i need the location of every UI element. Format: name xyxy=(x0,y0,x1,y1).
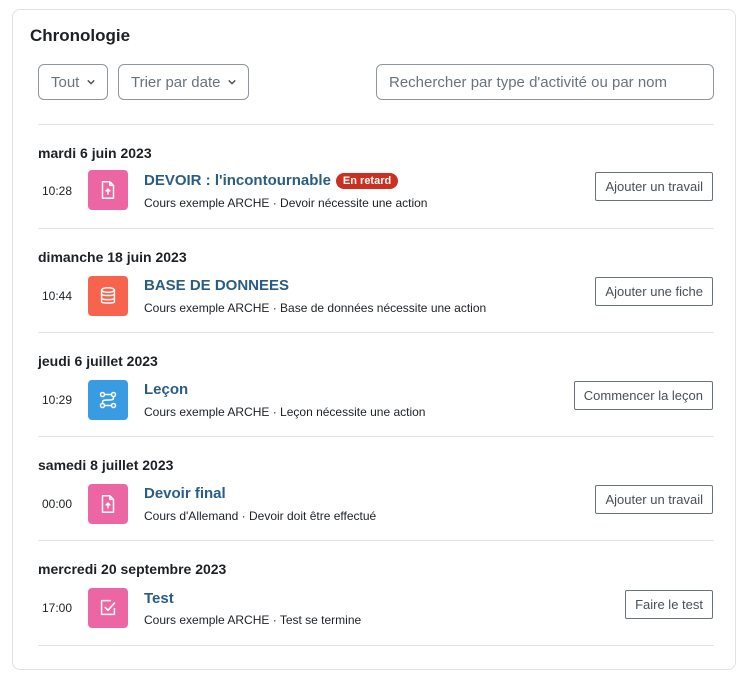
add-submission-button[interactable]: Ajouter un travail xyxy=(595,485,713,514)
event-subtitle: Cours exemple ARCHE · Base de données né… xyxy=(144,301,487,315)
event-time: 10:28 xyxy=(42,184,73,198)
event-time: 00:00 xyxy=(42,497,73,511)
divider xyxy=(38,124,714,125)
add-submission-button[interactable]: Ajouter un travail xyxy=(595,172,713,201)
divider xyxy=(38,645,714,646)
chevron-down-icon xyxy=(228,78,237,86)
filter-dropdown-label: Tout xyxy=(51,73,80,91)
event-title: Leçon xyxy=(144,381,189,398)
overdue-badge: En retard xyxy=(335,172,399,189)
divider xyxy=(38,540,714,541)
database-icon xyxy=(88,276,128,316)
event-date: mardi 6 juin 2023 xyxy=(38,145,152,161)
attempt-quiz-button[interactable]: Faire le test xyxy=(625,590,713,619)
timeline-block: Chronologie Tout Trier par date mardi 6 … xyxy=(12,9,736,670)
divider xyxy=(38,332,714,333)
event-date: mercredi 20 septembre 2023 xyxy=(38,561,227,577)
event-title-link[interactable]: Leçon xyxy=(144,381,188,398)
chevron-down-icon xyxy=(87,78,96,86)
event-subtitle: Cours exemple ARCHE · Test se termine xyxy=(144,613,362,627)
event-title: Devoir final xyxy=(144,485,226,502)
block-title: Chronologie xyxy=(30,26,131,45)
event-title: DEVOIR : l'incontournable xyxy=(144,172,331,189)
event-title-link[interactable]: BASE DE DONNEES xyxy=(144,277,289,294)
event-date: samedi 8 juillet 2023 xyxy=(38,457,174,473)
event-subtitle: Cours exemple ARCHE · Devoir nécessite u… xyxy=(144,196,428,210)
event-date: dimanche 18 juin 2023 xyxy=(38,249,187,265)
event-title: Test xyxy=(144,590,174,607)
event-title-link[interactable]: DEVOIR : l'incontournable En retard xyxy=(144,172,399,189)
sort-dropdown-label: Trier par date xyxy=(131,73,221,91)
filter-dropdown[interactable]: Tout xyxy=(38,64,109,100)
assignment-upload-icon xyxy=(88,170,128,210)
event-time: 10:44 xyxy=(42,289,73,303)
event-subtitle: Cours d'Allemand · Devoir doit être effe… xyxy=(144,509,377,523)
add-entry-button[interactable]: Ajouter une fiche xyxy=(595,277,713,306)
event-title-link[interactable]: Test xyxy=(144,590,174,607)
assignment-upload-icon xyxy=(88,484,128,524)
start-lesson-button[interactable]: Commencer la leçon xyxy=(573,381,713,410)
quiz-check-icon xyxy=(88,588,128,628)
sort-dropdown[interactable]: Trier par date xyxy=(118,64,250,100)
event-time: 10:29 xyxy=(42,393,73,407)
event-date: jeudi 6 juillet 2023 xyxy=(38,353,158,369)
event-subtitle: Cours exemple ARCHE · Leçon nécessite un… xyxy=(144,405,426,419)
lesson-path-icon xyxy=(88,380,128,420)
search-input[interactable] xyxy=(376,64,714,100)
event-title-link[interactable]: Devoir final xyxy=(144,485,226,502)
event-time: 17:00 xyxy=(42,601,73,615)
divider xyxy=(38,228,714,229)
divider xyxy=(38,436,714,437)
event-title: BASE DE DONNEES xyxy=(144,277,290,294)
